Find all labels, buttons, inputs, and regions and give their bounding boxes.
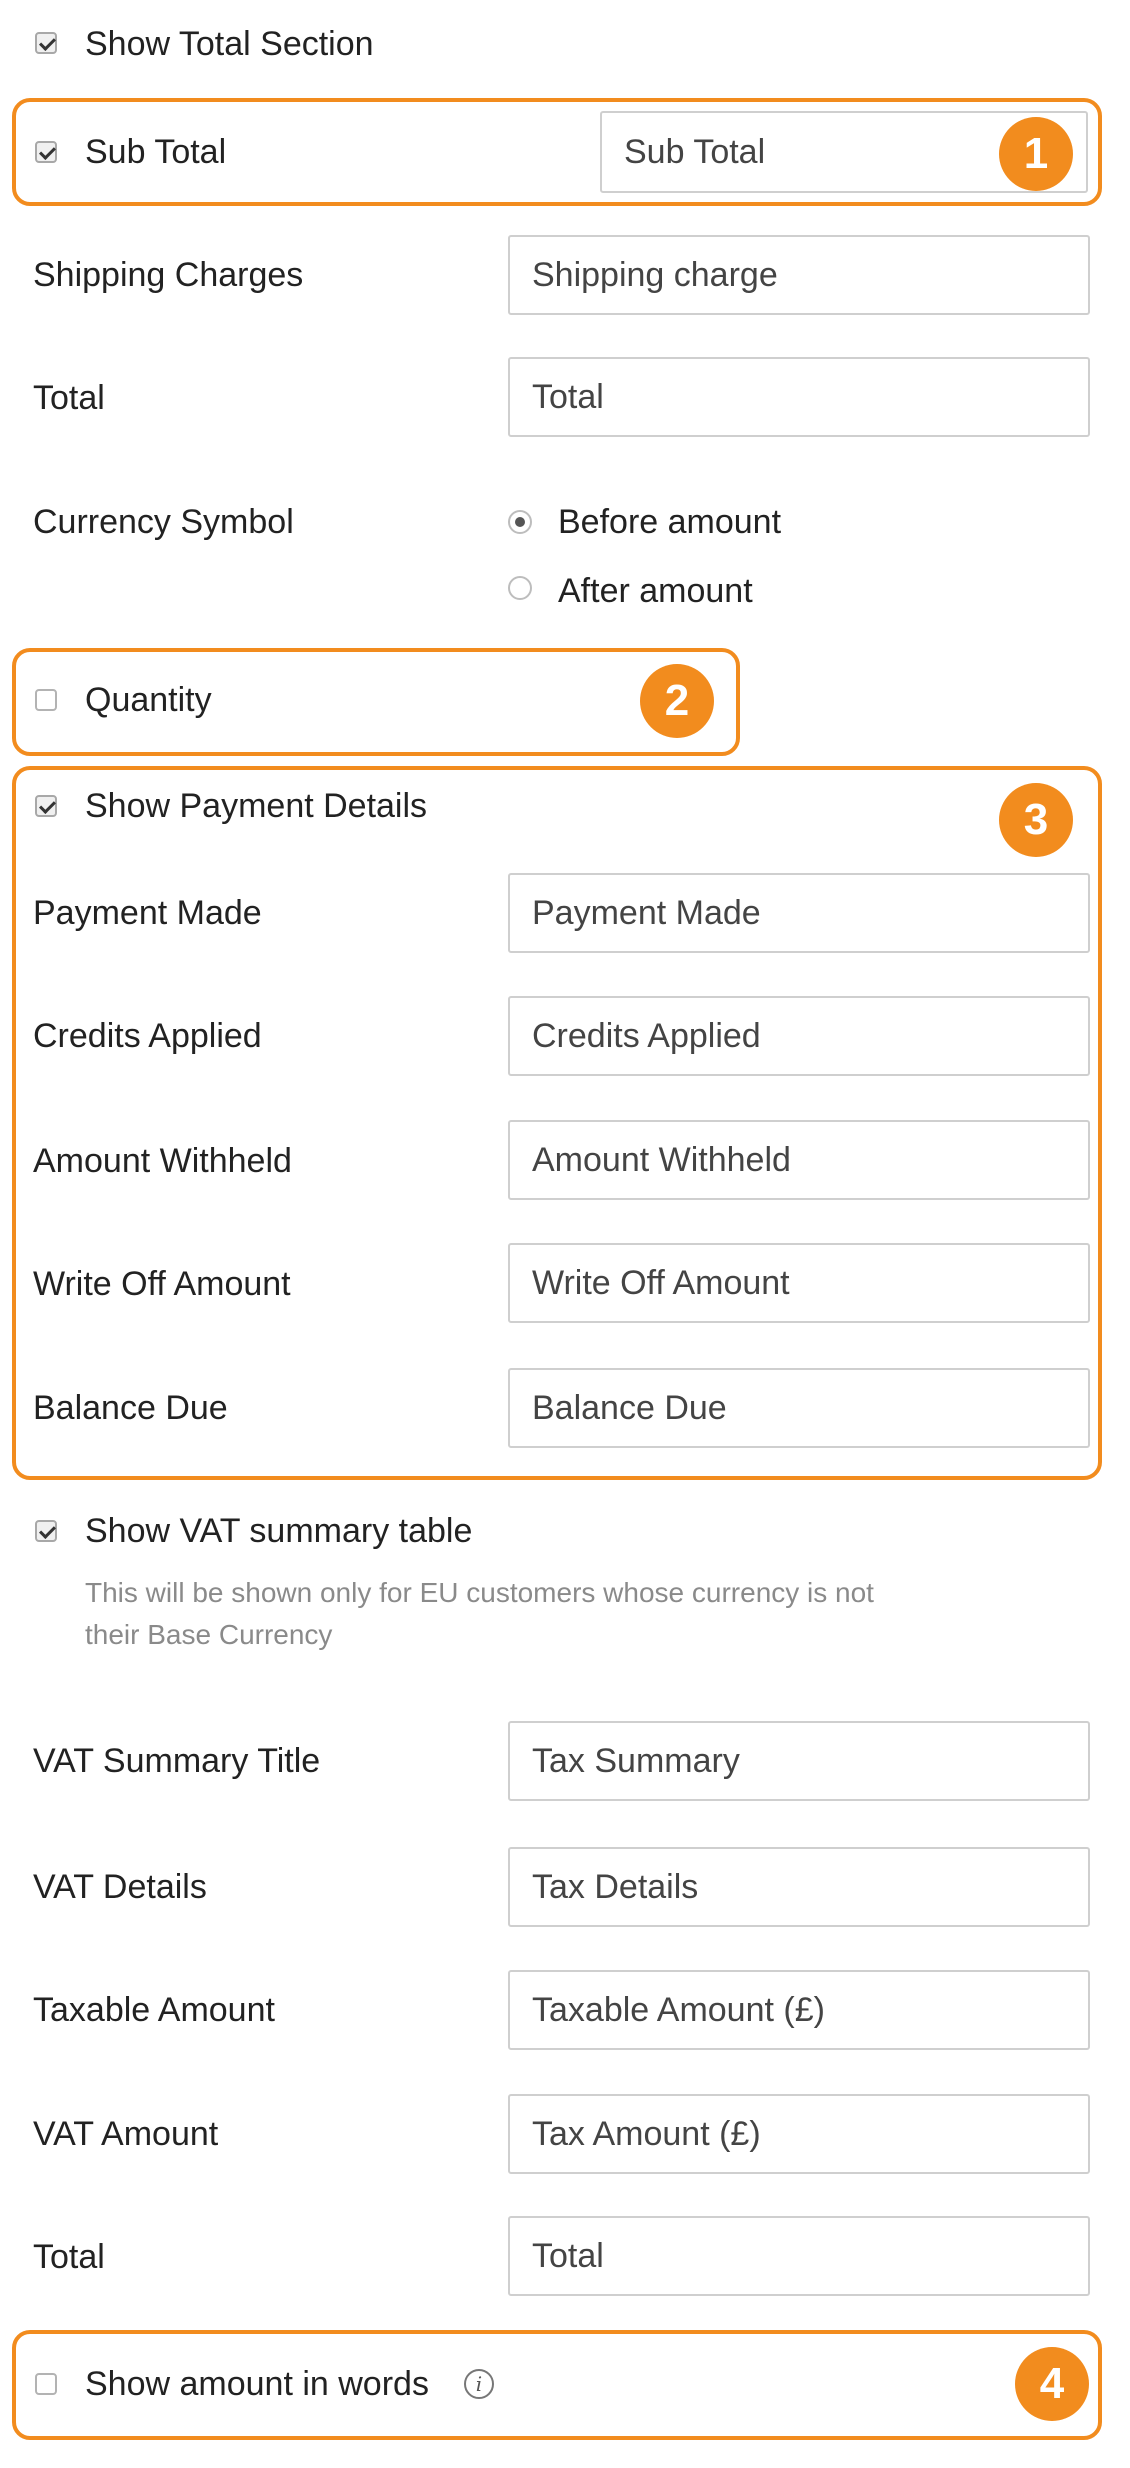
- sub-total-label: Sub Total: [85, 133, 227, 171]
- show-payment-details-checkbox[interactable]: [35, 795, 57, 817]
- badge-2: 2: [640, 664, 714, 738]
- before-amount-label: Before amount: [558, 503, 782, 541]
- amount-withheld-label: Amount Withheld: [33, 1142, 292, 1180]
- sub-total-checkbox[interactable]: [35, 141, 57, 163]
- quantity-checkbox[interactable]: [35, 689, 57, 711]
- total-input[interactable]: [508, 357, 1090, 437]
- show-vat-summary-checkbox[interactable]: [35, 1520, 57, 1542]
- taxable-amount-input[interactable]: [508, 1970, 1090, 2050]
- show-total-section-checkbox[interactable]: [35, 32, 57, 54]
- vat-hint-line2: their Base Currency: [85, 1619, 333, 1650]
- payment-made-input[interactable]: [508, 873, 1090, 953]
- before-amount-radio[interactable]: [508, 510, 532, 534]
- vat-amount-label: VAT Amount: [33, 2115, 219, 2153]
- amount-withheld-input[interactable]: [508, 1120, 1090, 1200]
- balance-due-label: Balance Due: [33, 1389, 228, 1427]
- vat-total-input[interactable]: [508, 2216, 1090, 2296]
- vat-summary-title-input[interactable]: [508, 1721, 1090, 1801]
- after-amount-radio[interactable]: [508, 576, 532, 600]
- payment-made-label: Payment Made: [33, 894, 262, 932]
- show-amount-in-words-checkbox[interactable]: [35, 2373, 57, 2395]
- show-total-section-label: Show Total Section: [85, 25, 374, 63]
- vat-hint-line1: This will be shown only for EU customers…: [85, 1577, 874, 1608]
- total-label: Total: [33, 379, 105, 417]
- write-off-amount-label: Write Off Amount: [33, 1265, 291, 1303]
- credits-applied-label: Credits Applied: [33, 1017, 262, 1055]
- vat-total-label: Total: [33, 2238, 105, 2276]
- vat-amount-input[interactable]: [508, 2094, 1090, 2174]
- balance-due-input[interactable]: [508, 1368, 1090, 1448]
- taxable-amount-label: Taxable Amount: [33, 1991, 275, 2029]
- show-vat-summary-label: Show VAT summary table: [85, 1512, 473, 1550]
- badge-3: 3: [999, 783, 1073, 857]
- badge-1: 1: [999, 117, 1073, 191]
- vat-details-input[interactable]: [508, 1847, 1090, 1927]
- show-payment-details-label: Show Payment Details: [85, 787, 428, 825]
- quantity-label: Quantity: [85, 681, 212, 719]
- show-amount-in-words-label: Show amount in words: [85, 2365, 429, 2403]
- vat-details-label: VAT Details: [33, 1868, 207, 1906]
- info-icon[interactable]: i: [464, 2369, 494, 2399]
- badge-4: 4: [1015, 2347, 1089, 2421]
- shipping-charges-label: Shipping Charges: [33, 256, 304, 294]
- after-amount-label: After amount: [558, 572, 753, 610]
- currency-symbol-label: Currency Symbol: [33, 503, 294, 541]
- credits-applied-input[interactable]: [508, 996, 1090, 1076]
- write-off-amount-input[interactable]: [508, 1243, 1090, 1323]
- vat-summary-title-label: VAT Summary Title: [33, 1742, 321, 1780]
- shipping-charges-input[interactable]: [508, 235, 1090, 315]
